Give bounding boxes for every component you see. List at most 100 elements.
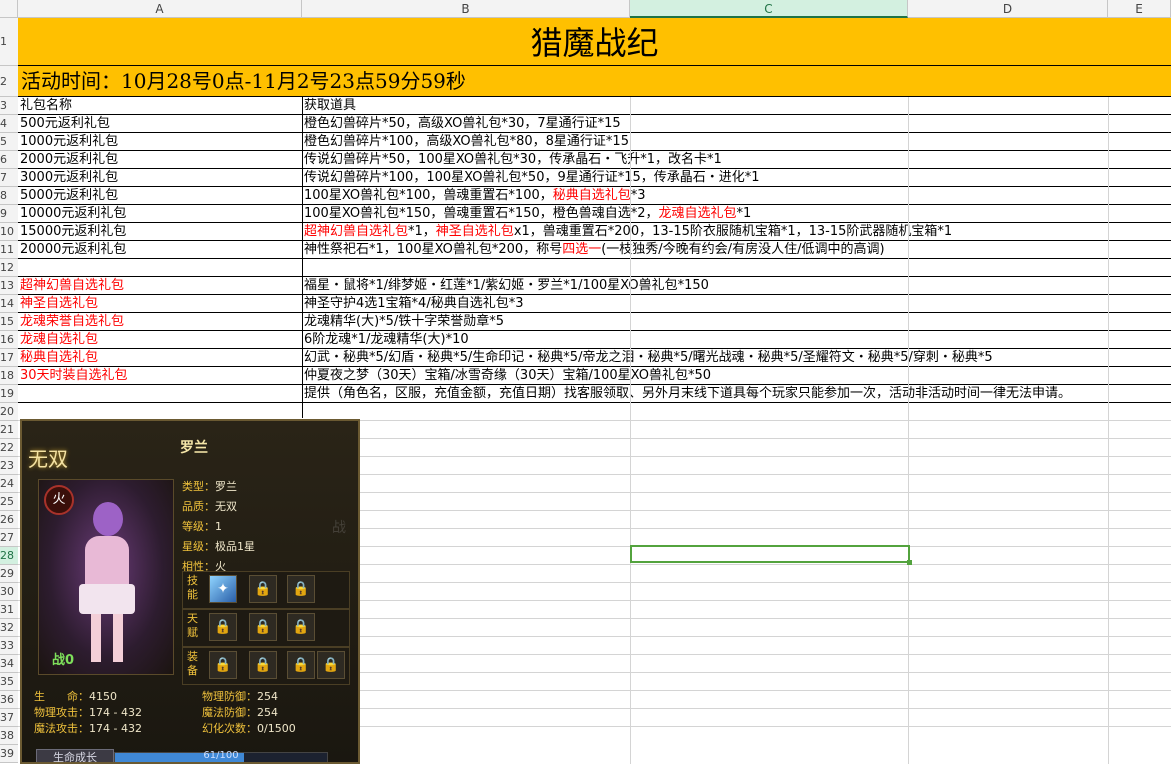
gift-name-cell[interactable]: 1000元返利礼包 <box>18 133 302 151</box>
row-header-27[interactable]: 27 <box>0 529 18 547</box>
gift-name-cell[interactable]: 30天时装自选礼包 <box>18 367 302 385</box>
row-header-23[interactable]: 23 <box>0 457 18 475</box>
items-text: 传说幻兽碎片*100，100星XO兽礼包*50，9星通行证*15，传承晶石・进化… <box>304 170 760 185</box>
row-header-39[interactable]: 39 <box>0 745 18 763</box>
lock-icon[interactable]: 🔒 <box>287 613 315 641</box>
row-header-33[interactable]: 33 <box>0 637 18 655</box>
row-header-29[interactable]: 29 <box>0 565 18 583</box>
gift-name-cell[interactable]: 龙魂自选礼包 <box>18 331 302 349</box>
row-header-31[interactable]: 31 <box>0 601 18 619</box>
row-header-16[interactable]: 16 <box>0 331 18 349</box>
items-cell[interactable]: 橙色幻兽碎片*50，高级XO兽礼包*30，7星通行证*15 <box>302 115 1171 133</box>
row-header-17[interactable]: 17 <box>0 349 18 367</box>
row-header-26[interactable]: 26 <box>0 511 18 529</box>
row-header-2[interactable]: 2 <box>0 66 18 97</box>
row-header-19[interactable]: 19 <box>0 385 18 403</box>
row-header-21[interactable]: 21 <box>0 421 18 439</box>
column-header-e[interactable]: E <box>1108 0 1171 18</box>
items-cell[interactable]: 仲夏夜之梦（30天）宝箱/冰雪奇缘（30天）宝箱/100星XO兽礼包*50 <box>302 367 1171 385</box>
table-row: 15000元返利礼包 超神幻兽自选礼包*1，神圣自选礼包x1，兽魂重置石*200，… <box>18 223 1171 241</box>
row-header-30[interactable]: 30 <box>0 583 18 601</box>
row-header-24[interactable]: 24 <box>0 475 18 493</box>
lock-icon[interactable]: 🔒 <box>287 575 315 603</box>
lock-icon[interactable]: 🔒 <box>287 651 315 679</box>
gift-name-cell[interactable]: 500元返利礼包 <box>18 115 302 133</box>
items-cell[interactable]: 传说幻兽碎片*100，100星XO兽礼包*50，9星通行证*15，传承晶石・进化… <box>302 169 1171 187</box>
items-cell[interactable]: 超神幻兽自选礼包*1，神圣自选礼包x1，兽魂重置石*200，13-15阶衣服随机… <box>302 223 1171 241</box>
items-text-red: 秘典自选礼包 <box>552 188 631 203</box>
column-header-a[interactable]: A <box>18 0 302 18</box>
column-header-c[interactable]: C <box>630 0 908 18</box>
lock-icon[interactable]: 🔒 <box>249 575 277 603</box>
gift-name-cell[interactable]: 2000元返利礼包 <box>18 151 302 169</box>
row-header-37[interactable]: 37 <box>0 709 18 727</box>
row-header-38[interactable]: 38 <box>0 727 18 745</box>
row-header-36[interactable]: 36 <box>0 691 18 709</box>
combat-stats-right: 物理防御：254 魔法防御：254 幻化次数：0/1500 <box>202 690 296 735</box>
row-header-15[interactable]: 15 <box>0 313 18 331</box>
items-cell[interactable]: 龙魂精华(大)*5/铁十字荣誉勋章*5 <box>302 313 1171 331</box>
row-header-9[interactable]: 9 <box>0 205 18 223</box>
gift-name-cell[interactable]: 15000元返利礼包 <box>18 223 302 241</box>
lock-icon[interactable]: 🔒 <box>249 651 277 679</box>
gift-name-cell[interactable]: 10000元返利礼包 <box>18 205 302 223</box>
row-header-6[interactable]: 6 <box>0 151 18 169</box>
skill-slots: 技能 ✦ 🔒 🔒 <box>182 571 350 609</box>
lock-icon[interactable]: 🔒 <box>249 613 277 641</box>
row-header-10[interactable]: 10 <box>0 223 18 241</box>
gift-name-cell[interactable]: 超神幻兽自选礼包 <box>18 277 302 295</box>
table-row: 10000元返利礼包 100星XO兽礼包*150，兽魂重置石*150，橙色兽魂自选… <box>18 205 1171 223</box>
items-cell[interactable]: 神性祭祀石*1，100星XO兽礼包*200，称号四选一(一枝独秀/今晚有约会/有… <box>302 241 1171 259</box>
gift-name-cell[interactable]: 20000元返利礼包 <box>18 241 302 259</box>
row-header-18[interactable]: 18 <box>0 367 18 385</box>
header-gift-name[interactable]: 礼包名称 <box>18 97 302 115</box>
items-cell[interactable]: 神圣守护4选1宝箱*4/秘典自选礼包*3 <box>302 295 1171 313</box>
row-header-8[interactable]: 8 <box>0 187 18 205</box>
gift-name-cell[interactable]: 龙魂荣誉自选礼包 <box>18 313 302 331</box>
lock-icon[interactable]: 🔒 <box>209 651 237 679</box>
gift-name-cell[interactable]: 3000元返利礼包 <box>18 169 302 187</box>
row-header-14[interactable]: 14 <box>0 295 18 313</box>
column-divider <box>1108 97 1109 764</box>
row-header-20[interactable]: 20 <box>0 403 18 421</box>
items-cell[interactable]: 橙色幻兽碎片*100，高级XO兽礼包*80，8星通行证*15 <box>302 133 1171 151</box>
gift-name-cell[interactable]: 5000元返利礼包 <box>18 187 302 205</box>
row-header-13[interactable]: 13 <box>0 277 18 295</box>
lock-icon[interactable]: 🔒 <box>209 613 237 641</box>
column-header-d[interactable]: D <box>908 0 1108 18</box>
row-header-12[interactable]: 12 <box>0 259 18 277</box>
row-header-7[interactable]: 7 <box>0 169 18 187</box>
row-header-22[interactable]: 22 <box>0 439 18 457</box>
row-header-3[interactable]: 3 <box>0 97 18 115</box>
row-header-1[interactable]: 1 <box>0 18 18 66</box>
items-cell[interactable]: 100星XO兽礼包*150，兽魂重置石*150，橙色兽魂自选*2，龙魂自选礼包*… <box>302 205 1171 223</box>
items-cell[interactable]: 幻武・秘典*5/幻盾・秘典*5/生命印记・秘典*5/帝龙之泪・秘典*5/曙光战魂… <box>302 349 1171 367</box>
gift-name-cell[interactable]: 秘典自选礼包 <box>18 349 302 367</box>
row-header-34[interactable]: 34 <box>0 655 18 673</box>
header-items[interactable]: 获取道具 <box>302 97 1171 115</box>
growth-progress-text: 61/100 <box>203 750 239 761</box>
rank-label: 无双 <box>28 447 68 471</box>
skill-icon[interactable]: ✦ <box>209 575 237 603</box>
active-cell-c28[interactable] <box>630 545 912 565</box>
row-header-28[interactable]: 28 <box>0 547 18 565</box>
row-header-32[interactable]: 32 <box>0 619 18 637</box>
row-header-11[interactable]: 11 <box>0 241 18 259</box>
lock-icon[interactable]: 🔒 <box>317 651 345 679</box>
note-cell[interactable]: 提供（角色名，区服，充值金额，充值日期）找客服领取、另外月末线下道具每个玩家只能… <box>302 385 1171 403</box>
column-header-b[interactable]: B <box>302 0 630 18</box>
items-cell[interactable]: 100星XO兽礼包*100，兽魂重置石*100，秘典自选礼包*3 <box>302 187 1171 205</box>
row-header-4[interactable]: 4 <box>0 115 18 133</box>
items-cell[interactable]: 传说幻兽碎片*50，100星XO兽礼包*30，传承晶石・飞升*1，改名卡*1 <box>302 151 1171 169</box>
gift-name-cell[interactable]: 神圣自选礼包 <box>18 295 302 313</box>
power-label: 战0 <box>52 653 75 668</box>
growth-button[interactable]: 生命成长 <box>36 749 114 762</box>
select-all-corner[interactable] <box>0 0 18 18</box>
title-row: 猎魔战纪 <box>18 18 1171 66</box>
items-cell[interactable]: 6阶龙魂*1/龙魂精华(大)*10 <box>302 331 1171 349</box>
row-header-5[interactable]: 5 <box>0 133 18 151</box>
items-cell[interactable]: 福星・鼠将*1/绯梦姬・红莲*1/紫幻姬・罗兰*1/100星XO兽礼包*150 <box>302 277 1171 295</box>
blank-row <box>18 259 1171 277</box>
row-header-25[interactable]: 25 <box>0 493 18 511</box>
row-header-35[interactable]: 35 <box>0 673 18 691</box>
